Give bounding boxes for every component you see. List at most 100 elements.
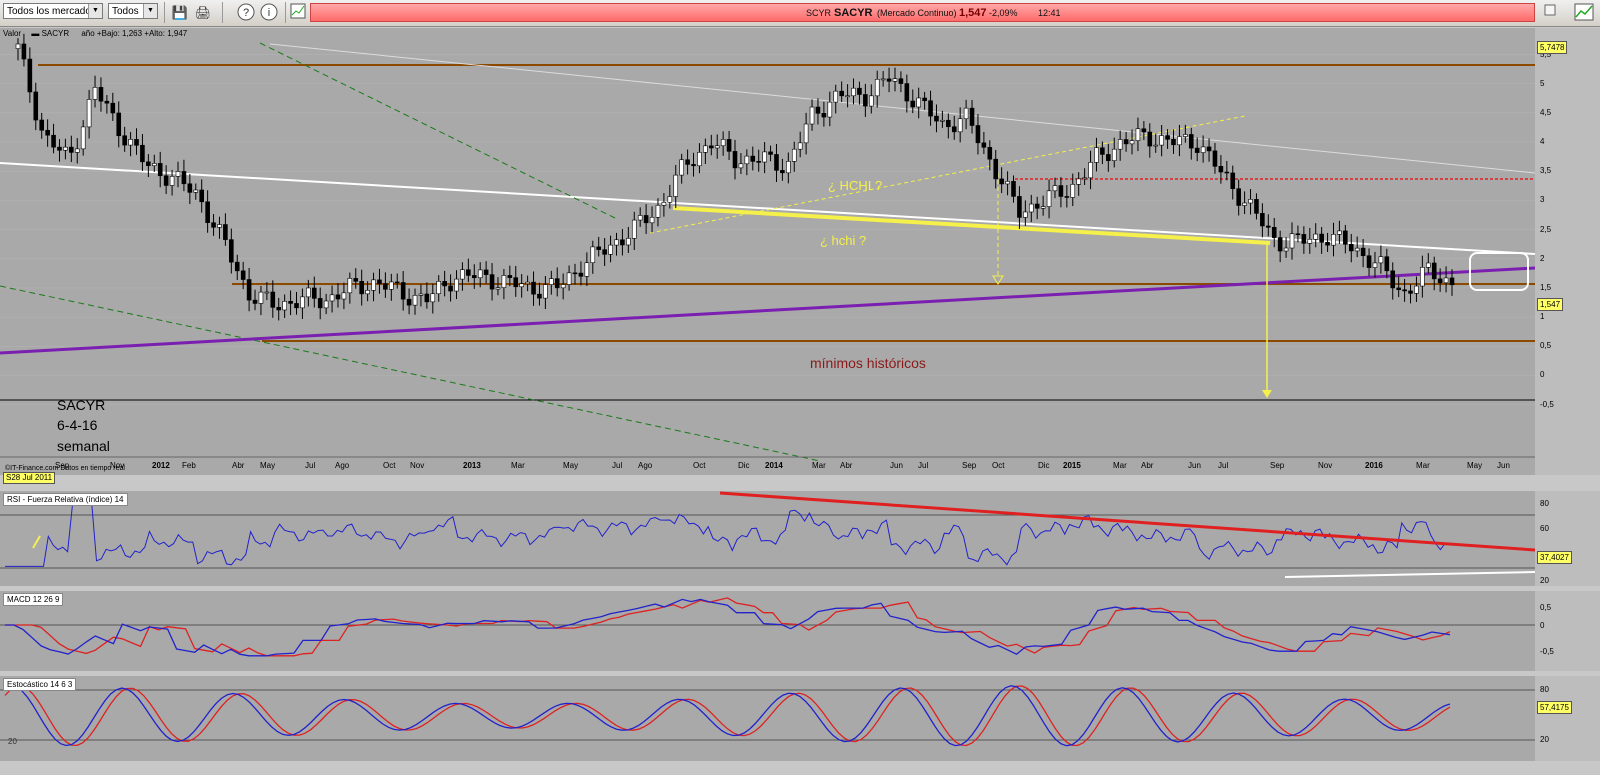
candle-body [477, 269, 483, 279]
candle-body [424, 293, 430, 303]
y-tick-label: 0,5 [1540, 341, 1552, 351]
candle-body [1283, 247, 1289, 252]
x-tick-label: Feb [182, 461, 196, 470]
candle-body [1319, 233, 1324, 243]
x-tick-label: Jun [890, 461, 903, 470]
y-tick-label: 1,5 [1540, 282, 1552, 292]
chart-icon[interactable] [289, 3, 307, 22]
candle-body [128, 139, 133, 146]
candle-body [809, 106, 815, 125]
x-tick-label: Oct [693, 461, 706, 470]
candle-body [1088, 162, 1093, 179]
candle-body [1183, 134, 1188, 137]
candle-body [1141, 128, 1147, 133]
info-icon[interactable]: i [259, 3, 279, 22]
trendline-yellow-dashed [649, 115, 1246, 234]
candle-body [483, 269, 489, 275]
candle-body [229, 239, 234, 263]
candle-body [631, 219, 637, 239]
candle-body [803, 123, 809, 144]
candle-body [151, 163, 157, 166]
candle-body [620, 239, 625, 246]
candle-body [1171, 139, 1176, 146]
candle-body [1408, 290, 1413, 294]
candle-body [1064, 196, 1070, 198]
x-tick-label: May [563, 461, 578, 470]
candle-body [1331, 234, 1336, 246]
market-select[interactable]: Todos los mercados ▼ [3, 3, 103, 19]
price-gridlines [0, 54, 1535, 405]
candle-body [1396, 287, 1401, 291]
candle-body [1129, 140, 1135, 145]
rsi-panel: RSI - Fuerza Relativa (índice) 14 [0, 491, 1535, 586]
candle-body [1153, 144, 1159, 147]
candle-body [685, 159, 690, 165]
candle-body [839, 90, 844, 97]
candle-body [714, 145, 720, 149]
candle-body [566, 272, 572, 285]
candle-body [193, 189, 199, 193]
candle-body [549, 278, 554, 285]
candle-body [637, 215, 643, 221]
candle-body [821, 113, 827, 118]
note-period: semanal [57, 438, 110, 454]
candle-body [1046, 190, 1052, 207]
save-icon[interactable]: 💾 [170, 3, 190, 22]
candle-body [223, 224, 228, 240]
x-tick-label: Sep [962, 461, 977, 470]
chart-trend-icon[interactable] [1572, 3, 1596, 22]
candle-body [80, 126, 86, 150]
arrow-head-small [992, 275, 1004, 285]
candle-body [655, 204, 661, 218]
candle-body [1354, 247, 1360, 252]
neckline-yellow [672, 206, 1271, 245]
toolbar: Todos los mercados ▼ Todos ▼ 💾 🖨 ? i SCY… [0, 0, 1600, 27]
candle-body [240, 270, 246, 280]
candle-body [1111, 148, 1117, 161]
chevron-down-icon[interactable]: ▼ [143, 4, 157, 18]
candle-body [732, 151, 738, 169]
x-tick-label: Jul [612, 461, 622, 470]
candle-body [442, 281, 447, 287]
x-tick-label: Mar [1416, 461, 1430, 470]
candle-body [1052, 185, 1058, 192]
chevron-down-icon[interactable]: ▼ [88, 4, 102, 18]
candle-body [957, 118, 963, 133]
candle-body [217, 224, 222, 228]
x-tick-label: Mar [1113, 461, 1127, 470]
arrow-head-large [1262, 390, 1272, 398]
candle-body [169, 176, 175, 186]
stoch-d-line [4, 685, 1451, 747]
help-icon[interactable]: ? [236, 3, 256, 22]
window-control-icon[interactable] [1540, 3, 1560, 22]
candle-body [15, 43, 21, 49]
x-tick-label: Jul [1218, 461, 1228, 470]
candle-body [306, 287, 311, 298]
candle-body [643, 215, 649, 224]
candle-body [786, 161, 791, 174]
candle-body [703, 145, 708, 153]
candle-body [1289, 233, 1295, 249]
print-icon[interactable]: 🖨 [193, 3, 213, 22]
candle-body [1271, 227, 1277, 238]
trendline-green-lower [0, 285, 821, 462]
y-tick-label: 3,5 [1540, 166, 1552, 176]
candle-body [1325, 241, 1330, 246]
candle-body [140, 144, 145, 163]
candle-body [1242, 202, 1247, 206]
candle-body [57, 146, 62, 151]
candle-body [1260, 213, 1265, 227]
candle-body [708, 145, 714, 149]
candle-body [33, 91, 39, 121]
candle-body [246, 279, 252, 301]
candle-body [466, 269, 471, 276]
candle-body [1206, 146, 1212, 152]
candle-body [63, 146, 68, 151]
candle-body [1449, 277, 1455, 286]
filter-select[interactable]: Todos ▼ [108, 3, 158, 19]
candle-body [311, 287, 317, 299]
candle-body [163, 175, 169, 186]
svg-text:i: i [268, 7, 270, 19]
candle-body [294, 303, 299, 309]
candle-body [258, 291, 264, 304]
